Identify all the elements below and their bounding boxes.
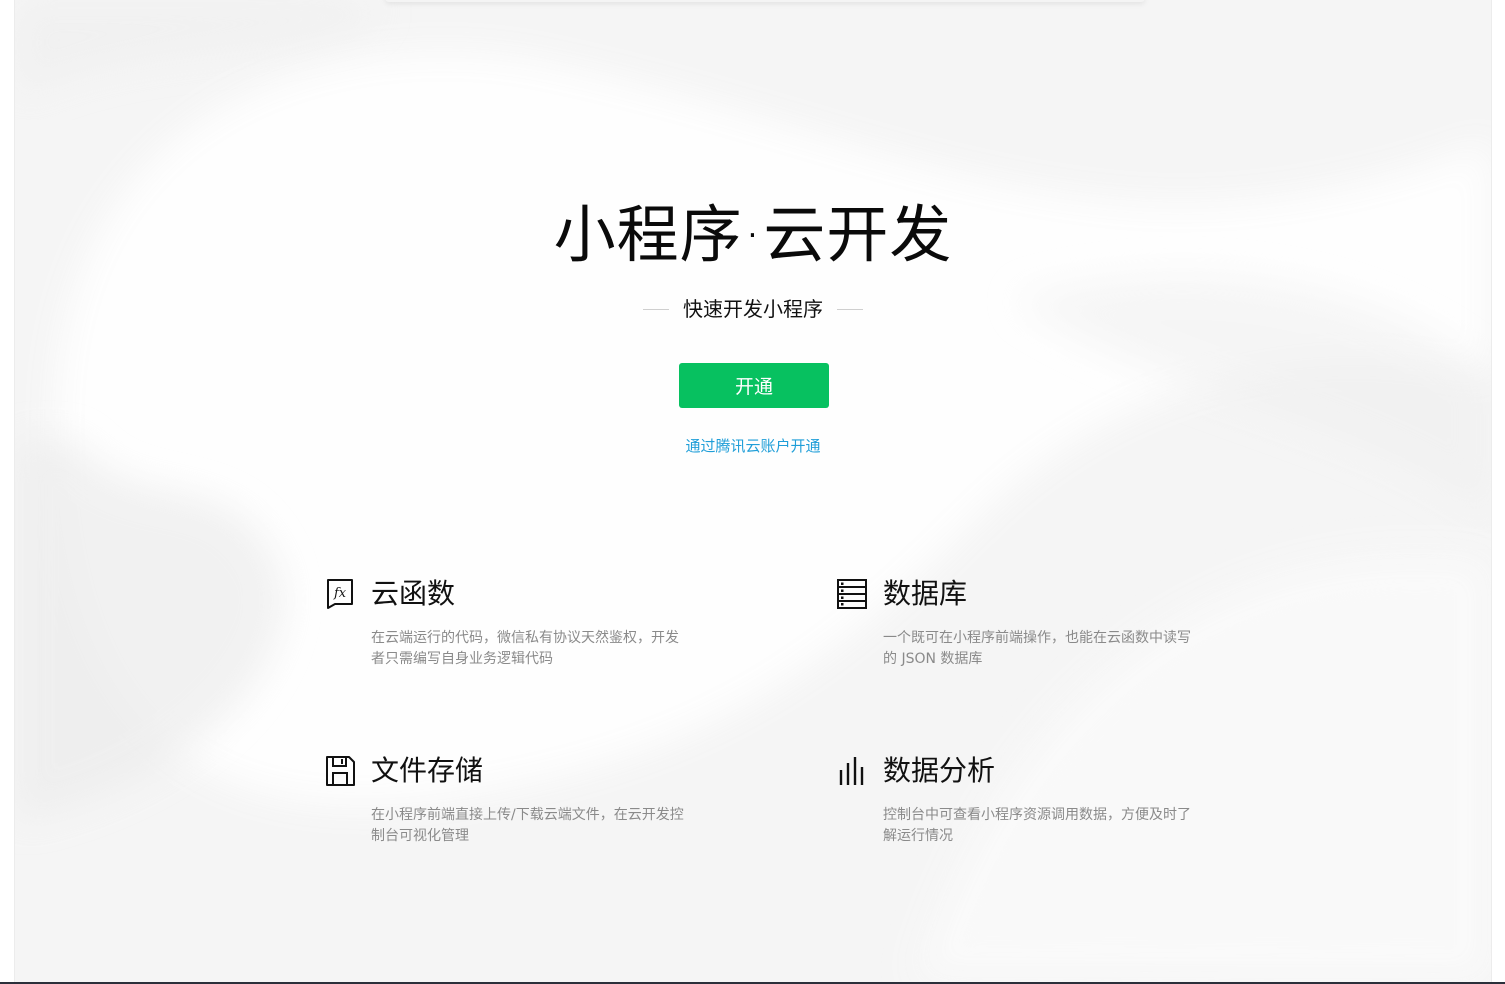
feature-description: 一个既可在小程序前端操作，也能在云函数中读写的 JSON 数据库 bbox=[883, 630, 1191, 667]
bar-chart-icon bbox=[839, 757, 864, 785]
page-title: 小程序·云开发 bbox=[553, 198, 953, 271]
subtitle-rule-left bbox=[643, 308, 669, 310]
feature-title: 文件存储 bbox=[371, 754, 484, 787]
feature-title: 云函数 bbox=[371, 577, 456, 610]
function-fx-icon: fx bbox=[327, 579, 353, 609]
feature-title: 数据分析 bbox=[883, 754, 996, 787]
subtitle-rule-right bbox=[837, 308, 863, 310]
tencent-cloud-account-link[interactable]: 通过腾讯云账户开通 bbox=[15, 434, 1491, 458]
feature-description: 控制台中可查看小程序资源调用数据，方便及时了解运行情况 bbox=[883, 807, 1191, 844]
open-button[interactable]: 开通 bbox=[679, 363, 829, 408]
floppy-disk-icon bbox=[326, 756, 355, 786]
decorative-wave-background bbox=[15, 0, 1491, 982]
page-background: 小程序·云开发 快速开发小程序 开通 通过腾讯云账户开通 fx 云函数 在云端运… bbox=[14, 0, 1492, 982]
subtitle: 快速开发小程序 bbox=[683, 297, 823, 321]
feature-description: 在云端运行的代码，微信私有协议天然鉴权，开发者只需编写自身业务逻辑代码 bbox=[371, 630, 679, 667]
top-shadow-bar bbox=[385, 0, 1145, 2]
database-icon bbox=[837, 579, 867, 609]
svg-text:fx: fx bbox=[333, 586, 347, 601]
feature-title: 数据库 bbox=[883, 577, 968, 610]
subtitle-row: 快速开发小程序 bbox=[15, 294, 1491, 324]
feature-description: 在小程序前端直接上传/下载云端文件，在云开发控制台可视化管理 bbox=[371, 807, 684, 844]
